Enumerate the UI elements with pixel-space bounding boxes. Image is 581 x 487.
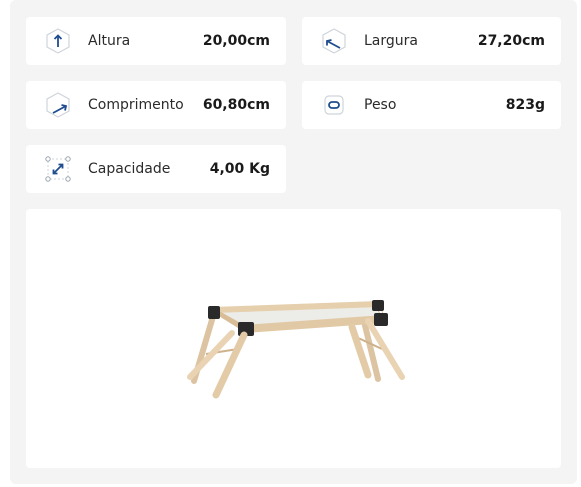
spec-label: Comprimento	[88, 97, 184, 113]
height-icon	[44, 27, 72, 55]
length-icon	[44, 91, 72, 119]
spec-card-peso: Peso 823g	[302, 81, 561, 129]
spec-label: Capacidade	[88, 161, 171, 177]
spec-label: Altura	[88, 33, 131, 49]
spec-card-largura: Largura 27,20cm	[302, 17, 561, 65]
spec-label: Peso	[364, 97, 397, 113]
weight-icon	[320, 91, 348, 119]
spec-card-capacidade: Capacidade 4,00 Kg	[26, 145, 286, 193]
product-image-tray-table	[187, 300, 405, 399]
spec-card-comprimento: Comprimento 60,80cm	[26, 81, 286, 129]
spec-value: 60,80cm	[202, 97, 270, 113]
spec-label: Largura	[364, 33, 418, 49]
spec-value: 20,00cm	[202, 33, 270, 49]
product-image-container	[26, 209, 561, 468]
spec-value: 823g	[505, 97, 545, 113]
width-icon	[320, 27, 348, 55]
capacity-icon	[44, 155, 72, 183]
spec-value: 4,00 Kg	[209, 161, 270, 177]
spec-value: 27,20cm	[477, 33, 545, 49]
spec-card-altura: Altura 20,00cm	[26, 17, 286, 65]
